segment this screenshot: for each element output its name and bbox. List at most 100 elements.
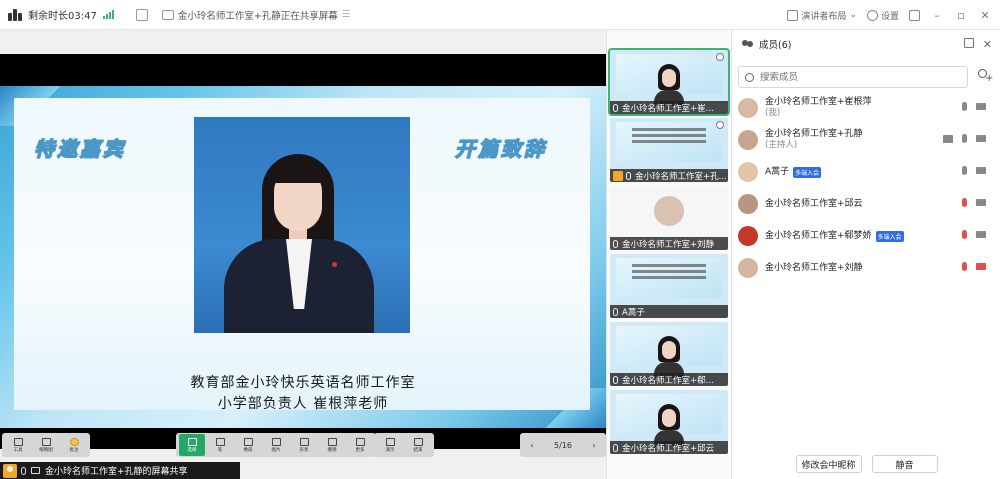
microphone-icon bbox=[613, 375, 618, 384]
member-name: A蒿子 bbox=[765, 166, 790, 177]
member-row[interactable]: 金小玲名师工作室+孔静 (主持人) bbox=[738, 126, 996, 154]
video-tile[interactable]: 金小玲名师工作室+郗... bbox=[610, 322, 728, 386]
host-icon bbox=[3, 463, 17, 478]
member-name: 金小玲名师工作室+郗梦娇 bbox=[765, 230, 872, 241]
slogan-right: 开篇致辞 bbox=[454, 136, 547, 161]
video-thumbnail-strip[interactable]: 金小玲名师工作室+崔... 金小玲名师工作室+孔... 金小玲名师工作室+刘静 … bbox=[606, 30, 730, 479]
eraser-tool-button[interactable]: 橡皮 bbox=[235, 434, 261, 456]
rename-button[interactable]: 修改会中昵称 bbox=[795, 455, 862, 473]
remaining-time: 剩余时长03:47 bbox=[28, 11, 97, 22]
member-search-input[interactable] bbox=[760, 71, 960, 83]
pin-icon bbox=[332, 262, 337, 267]
layout-button[interactable]: 演讲者布局 ⌄ bbox=[787, 9, 857, 22]
avatar bbox=[738, 226, 758, 246]
member-row[interactable]: 金小玲名师工作室+郗梦娇 多端入会 bbox=[738, 222, 996, 250]
members-footer: 修改会中昵称 静音 bbox=[732, 449, 1000, 479]
microphone-icon[interactable] bbox=[962, 102, 967, 111]
menu-icon[interactable]: ☰ bbox=[342, 9, 351, 20]
slide-pager: ‹ 5/16 › bbox=[520, 433, 606, 457]
members-panel: 成员(6) ✕ 金小玲名师工作室+崔根萍 (我) 金小玲名师工作室+孔静 (主持… bbox=[731, 30, 1000, 479]
member-row[interactable]: 金小玲名师工作室+邱云 bbox=[738, 190, 996, 218]
member-row[interactable]: 金小玲名师工作室+崔根萍 (我) bbox=[738, 94, 996, 122]
screen-share-icon bbox=[943, 134, 953, 143]
camera-icon[interactable] bbox=[976, 231, 986, 238]
close-panel-button[interactable]: ✕ bbox=[983, 38, 992, 51]
pen-tool-button[interactable]: 笔 bbox=[207, 434, 233, 456]
video-tile[interactable]: 金小玲名师工作室+邱云 bbox=[610, 390, 728, 454]
settings-button[interactable]: 设置 bbox=[866, 9, 899, 22]
tool-button-thumbnails[interactable]: 缩略图 bbox=[33, 434, 59, 456]
video-tile-name: 金小玲名师工作室+郗... bbox=[622, 375, 714, 386]
close-button[interactable]: ✕ bbox=[978, 9, 992, 22]
microphone-muted-icon[interactable] bbox=[962, 230, 967, 239]
image-tool-button[interactable]: 图片 bbox=[263, 434, 289, 456]
video-tile[interactable]: A蒿子 bbox=[610, 254, 728, 318]
member-row[interactable]: 金小玲名师工作室+刘静 bbox=[738, 254, 996, 282]
microphone-icon bbox=[613, 239, 618, 248]
avatar bbox=[738, 162, 758, 182]
prev-slide-button[interactable]: ‹ bbox=[530, 441, 533, 450]
member-name: 金小玲名师工作室+孔静 bbox=[765, 129, 863, 139]
view-toolbar: 工具 缩略图 批注 bbox=[2, 433, 90, 457]
gear-icon bbox=[866, 9, 878, 21]
host-icon bbox=[613, 170, 623, 181]
maximize-button[interactable]: ▫ bbox=[954, 9, 968, 22]
title-bar: 剩余时长03:47 金小玲名师工作室+孔静正在共享屏幕 ☰ 演讲者布局 ⌄ 设置… bbox=[0, 0, 1000, 30]
layout-icon bbox=[787, 9, 799, 21]
slogan-left: 特邀嘉宾 bbox=[33, 136, 126, 161]
settings-label: 设置 bbox=[880, 11, 899, 22]
shape-tool-button[interactable]: 形状 bbox=[291, 434, 317, 456]
slide-caption-line1: 教育部金小玲快乐英语名师工作室 bbox=[190, 375, 416, 391]
multi-device-badge: 多端入会 bbox=[793, 166, 822, 178]
mute-all-button[interactable]: 静音 bbox=[871, 455, 938, 473]
slide-caption-line2: 小学部负责人 崔根萍老师 bbox=[217, 396, 389, 412]
video-tile-name: 金小玲名师工作室+邱云 bbox=[622, 443, 715, 454]
speaker-portrait bbox=[194, 117, 410, 333]
microphone-icon[interactable] bbox=[962, 134, 967, 143]
video-tile-name: A蒿子 bbox=[622, 307, 645, 318]
screen-share-label: 金小玲名师工作室+孔静的屏幕共享 bbox=[0, 462, 240, 479]
external-link-icon[interactable] bbox=[135, 8, 148, 21]
microphone-muted-icon[interactable] bbox=[962, 198, 967, 207]
screen-share-icon bbox=[161, 9, 174, 20]
camera-icon[interactable] bbox=[976, 103, 986, 110]
undo-button[interactable]: 撤销 bbox=[319, 434, 345, 456]
popout-icon[interactable] bbox=[963, 38, 974, 48]
microphone-icon[interactable] bbox=[962, 166, 967, 175]
search-icon bbox=[745, 72, 754, 82]
share-status: 金小玲名师工作室+孔静正在共享屏幕 ☰ bbox=[161, 8, 351, 22]
video-tile[interactable]: 金小玲名师工作室+孔... bbox=[610, 118, 728, 182]
microphone-muted-icon[interactable] bbox=[962, 262, 967, 271]
avatar bbox=[654, 196, 684, 226]
member-search bbox=[738, 66, 968, 88]
camera-off-icon[interactable] bbox=[976, 263, 986, 270]
more-options-icon[interactable] bbox=[716, 53, 724, 61]
tool-button-annotate[interactable]: 批注 bbox=[61, 434, 87, 456]
member-role: (主持人) bbox=[765, 140, 798, 150]
share-status-text: 金小玲名师工作室+孔静正在共享屏幕 bbox=[177, 10, 338, 22]
invite-member-icon[interactable] bbox=[976, 68, 993, 84]
member-name: 金小玲名师工作室+邱云 bbox=[765, 198, 863, 209]
microphone-icon bbox=[613, 307, 618, 316]
tool-button-tools[interactable]: 工具 bbox=[5, 434, 31, 456]
avatar bbox=[738, 258, 758, 278]
next-slide-button[interactable]: › bbox=[593, 441, 596, 450]
more-options-icon[interactable] bbox=[716, 121, 724, 129]
more-tools-button[interactable]: 更多 bbox=[347, 434, 373, 456]
end-button[interactable]: 结束 bbox=[405, 434, 431, 456]
video-tile[interactable]: 金小玲名师工作室+崔... bbox=[608, 48, 730, 116]
video-tile[interactable]: 金小玲名师工作室+刘静 bbox=[610, 186, 728, 250]
members-icon bbox=[742, 39, 754, 49]
select-tool-button[interactable]: 选择 bbox=[179, 434, 205, 456]
member-row[interactable]: A蒿子 多端入会 bbox=[738, 158, 996, 186]
members-header: 成员(6) bbox=[732, 30, 1000, 58]
minimize-button[interactable]: – bbox=[930, 9, 944, 22]
camera-icon[interactable] bbox=[976, 167, 986, 174]
page-indicator: 5/16 bbox=[554, 440, 572, 450]
present-button[interactable]: 演示 bbox=[377, 434, 403, 456]
camera-icon[interactable] bbox=[976, 135, 986, 142]
camera-icon[interactable] bbox=[976, 199, 986, 206]
screen-share-icon bbox=[31, 467, 40, 474]
sidebar-toggle-icon[interactable] bbox=[909, 9, 920, 21]
member-name: 金小玲名师工作室+崔根萍 bbox=[765, 97, 872, 107]
